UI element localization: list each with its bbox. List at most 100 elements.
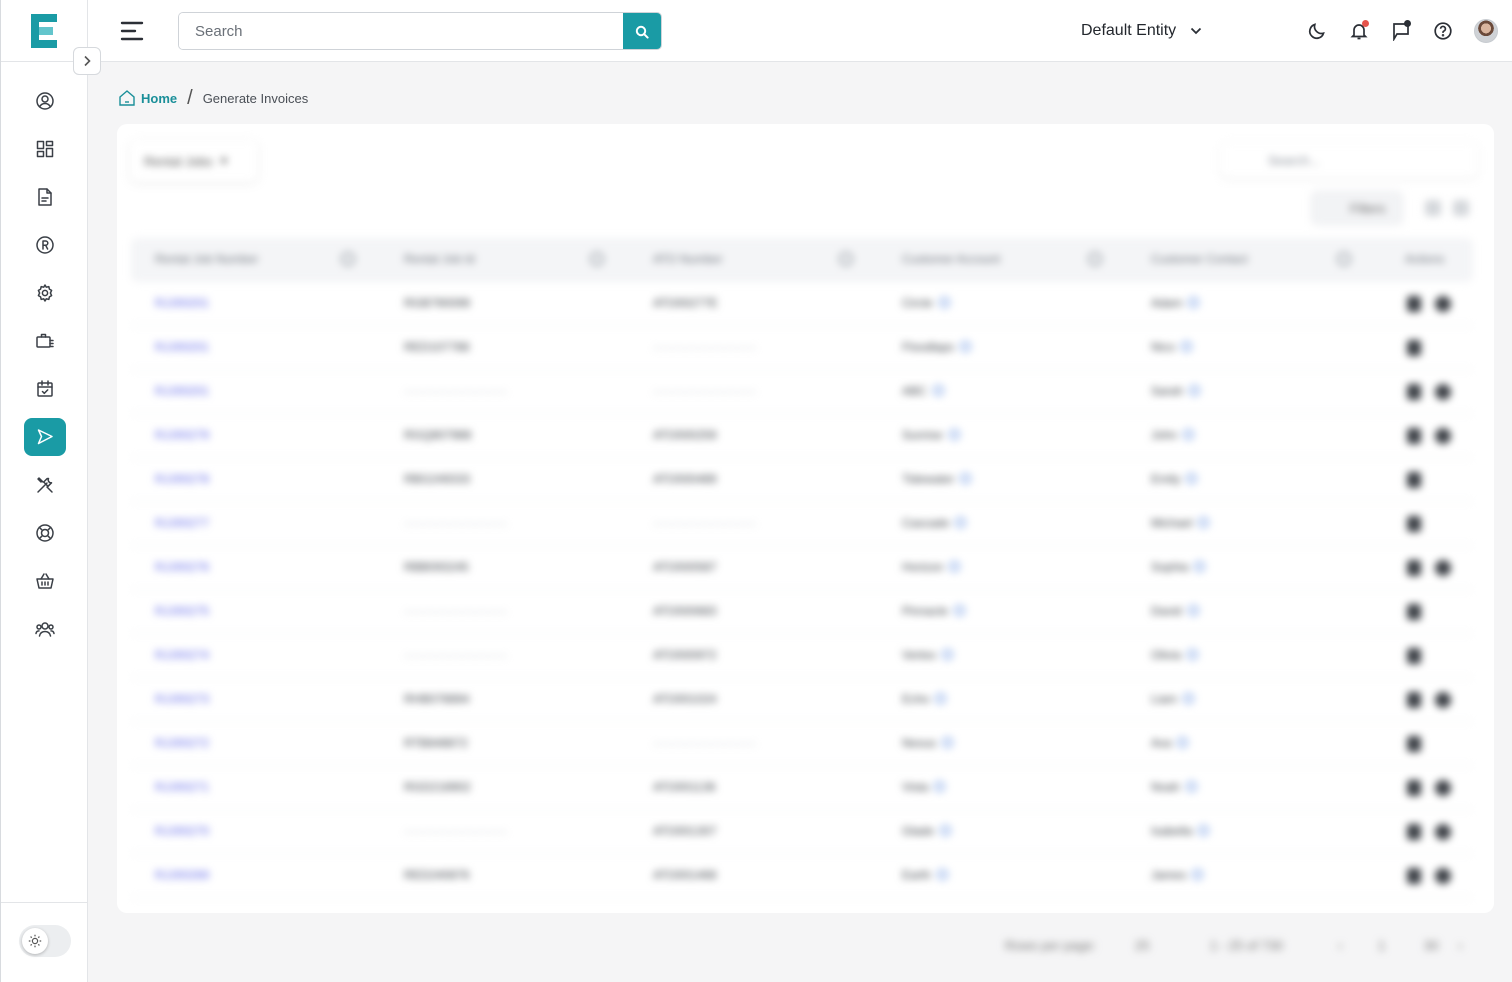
- sidebar-item-dashboard-grid[interactable]: [24, 130, 66, 168]
- column-search-icon[interactable]: [341, 252, 355, 266]
- dark-mode-button[interactable]: [1304, 18, 1330, 44]
- help-button[interactable]: [1430, 18, 1456, 44]
- view-icon[interactable]: [1435, 692, 1451, 708]
- sidebar-item-users[interactable]: [24, 610, 66, 648]
- generate-invoice-icon[interactable]: [1407, 736, 1421, 752]
- table-row[interactable]: RJJ00272 RTB848872 ———————— Nexus Ava: [131, 722, 1473, 766]
- rows-per-page-select[interactable]: 25: [1135, 938, 1149, 953]
- table-row[interactable]: RJJ00275 ———————— ATO000683 Pinnacle David: [131, 590, 1473, 634]
- sidebar-item-tools[interactable]: [24, 466, 66, 504]
- sidebar-item-document[interactable]: [24, 178, 66, 216]
- column-header[interactable]: Customer Account: [902, 252, 1000, 266]
- rental-job-link[interactable]: RJJ00276: [155, 560, 209, 574]
- entity-selector[interactable]: Default Entity: [1081, 19, 1202, 43]
- rental-job-link[interactable]: RJJ00277: [155, 516, 209, 530]
- rental-job-link[interactable]: RJJ00269: [155, 868, 209, 882]
- messages-button[interactable]: [1388, 18, 1414, 44]
- sidebar-item-lifebuoy[interactable]: [24, 514, 66, 552]
- generate-invoice-icon[interactable]: [1407, 516, 1421, 532]
- table-row[interactable]: RJJ00201 RGB790099 ATO00277E Circle Adam: [131, 282, 1473, 326]
- generate-invoice-icon[interactable]: [1407, 340, 1421, 356]
- generate-invoice-icon[interactable]: [1407, 472, 1421, 488]
- generate-invoice-icon[interactable]: [1407, 428, 1421, 444]
- pagination-current-page[interactable]: 1: [1378, 938, 1385, 953]
- generate-invoice-icon[interactable]: [1407, 296, 1421, 312]
- table-row[interactable]: RJJ00276 RBB093245 ATO000587 Horizon Sophia: [131, 546, 1473, 590]
- rental-jobs-dropdown[interactable]: Rental Jobs ▾: [130, 140, 258, 182]
- notifications-button[interactable]: [1346, 18, 1372, 44]
- view-icon[interactable]: [1435, 560, 1451, 576]
- table-cell: Vertex: [902, 648, 954, 662]
- table-row[interactable]: RJJ00273 RHB078894 ATO001024 Echo Liam: [131, 678, 1473, 722]
- view-icon[interactable]: [1435, 384, 1451, 400]
- rental-job-link[interactable]: RJJ00274: [155, 648, 209, 662]
- rental-job-link[interactable]: RJJ00278: [155, 472, 209, 486]
- table-row[interactable]: RJJ00201 ———————— ———————— ABC Sarah: [131, 370, 1473, 414]
- view-icon[interactable]: [1435, 824, 1451, 840]
- rental-job-link[interactable]: RJJ00270: [155, 824, 209, 838]
- sidebar-item-basket[interactable]: [24, 562, 66, 600]
- generate-invoice-icon[interactable]: [1407, 560, 1421, 576]
- generate-invoice-icon[interactable]: [1407, 384, 1421, 400]
- view-icon[interactable]: [1435, 780, 1451, 796]
- column-search-icon[interactable]: [1337, 252, 1351, 266]
- generate-invoice-icon[interactable]: [1407, 780, 1421, 796]
- search-button[interactable]: [623, 13, 661, 49]
- sidebar-item-user-circle[interactable]: [24, 82, 66, 120]
- column-header[interactable]: Customer Contact: [1151, 252, 1248, 266]
- rental-job-link[interactable]: RJJ00279: [155, 428, 209, 442]
- generate-invoice-icon[interactable]: [1407, 604, 1421, 620]
- column-search-icon[interactable]: [1088, 252, 1102, 266]
- generate-invoice-icon[interactable]: [1407, 868, 1421, 884]
- table-row[interactable]: RJJ00279 RGQ807988 ATO000259 Sunrise John: [131, 414, 1473, 458]
- table-row[interactable]: RJJ00277 ———————— ———————— Cascade Michael: [131, 502, 1473, 546]
- pagination-next[interactable]: ›: [1458, 938, 1462, 953]
- user-menu[interactable]: [1472, 18, 1498, 44]
- column-header[interactable]: Actions: [1405, 252, 1444, 266]
- column-header[interactable]: Rental Job Id: [404, 252, 475, 266]
- table-row[interactable]: RJJ00270 ———————— ATO001307 Glade Isabella: [131, 810, 1473, 854]
- column-header[interactable]: ATO Number: [653, 252, 723, 266]
- app-logo[interactable]: [29, 13, 59, 49]
- view-icon[interactable]: [1435, 296, 1451, 312]
- sidebar-item-calendar-check[interactable]: [24, 370, 66, 408]
- view-icon[interactable]: [1435, 428, 1451, 444]
- generate-invoice-icon[interactable]: [1407, 648, 1421, 664]
- sidebar-item-registered[interactable]: [24, 226, 66, 264]
- global-search-input[interactable]: [179, 13, 619, 49]
- rental-job-link[interactable]: RJJ00272: [155, 736, 209, 750]
- table-row[interactable]: RJJ00271 RGD218902 ATO001136 Vista Noah: [131, 766, 1473, 810]
- rental-job-link[interactable]: RJJ00201: [155, 296, 209, 310]
- expand-icon[interactable]: [1425, 200, 1441, 216]
- rental-job-link[interactable]: RJJ00273: [155, 692, 209, 706]
- export-icon[interactable]: [1453, 200, 1469, 216]
- breadcrumb-home[interactable]: Home: [118, 89, 177, 107]
- rental-job-link[interactable]: RJJ00275: [155, 604, 209, 618]
- pagination-prev[interactable]: ‹: [1338, 938, 1342, 953]
- user-circle-icon: [36, 92, 54, 110]
- table-cell: ATO00277E: [653, 296, 718, 310]
- sidebar-item-briefcase[interactable]: [24, 322, 66, 360]
- generate-invoice-icon[interactable]: [1407, 824, 1421, 840]
- sidebar-collapse-button[interactable]: [73, 47, 101, 75]
- table-row[interactable]: RJJ00201 RED107788 ———————— Floodlaps Nico: [131, 326, 1473, 370]
- rental-job-link[interactable]: RJJ00271: [155, 780, 209, 794]
- generate-invoice-icon[interactable]: [1407, 692, 1421, 708]
- sidebar-item-gear[interactable]: [24, 274, 66, 312]
- view-icon[interactable]: [1435, 868, 1451, 884]
- menu-toggle-icon[interactable]: [120, 20, 144, 42]
- table-row[interactable]: RJJ00269 RED240876 ATO001468 Earth James: [131, 854, 1473, 898]
- theme-toggle[interactable]: [19, 925, 71, 957]
- pagination-last-page[interactable]: 30: [1424, 938, 1438, 953]
- rental-job-link[interactable]: RJJ00201: [155, 384, 209, 398]
- column-search-icon[interactable]: [839, 252, 853, 266]
- rental-job-link[interactable]: RJJ00201: [155, 340, 209, 354]
- sidebar-item-send[interactable]: [24, 418, 66, 456]
- table-search-input[interactable]: Search...: [1220, 142, 1478, 178]
- table-cell: James: [1151, 868, 1204, 882]
- column-search-icon[interactable]: [590, 252, 604, 266]
- filters-button[interactable]: Filters: [1310, 190, 1404, 226]
- table-row[interactable]: RJJ00274 ———————— ATO000972 Vertex Olivia: [131, 634, 1473, 678]
- table-row[interactable]: RJJ00278 RBG249333 ATO000489 Tidewater Emily: [131, 458, 1473, 502]
- column-header[interactable]: Rental Job Number: [155, 252, 258, 266]
